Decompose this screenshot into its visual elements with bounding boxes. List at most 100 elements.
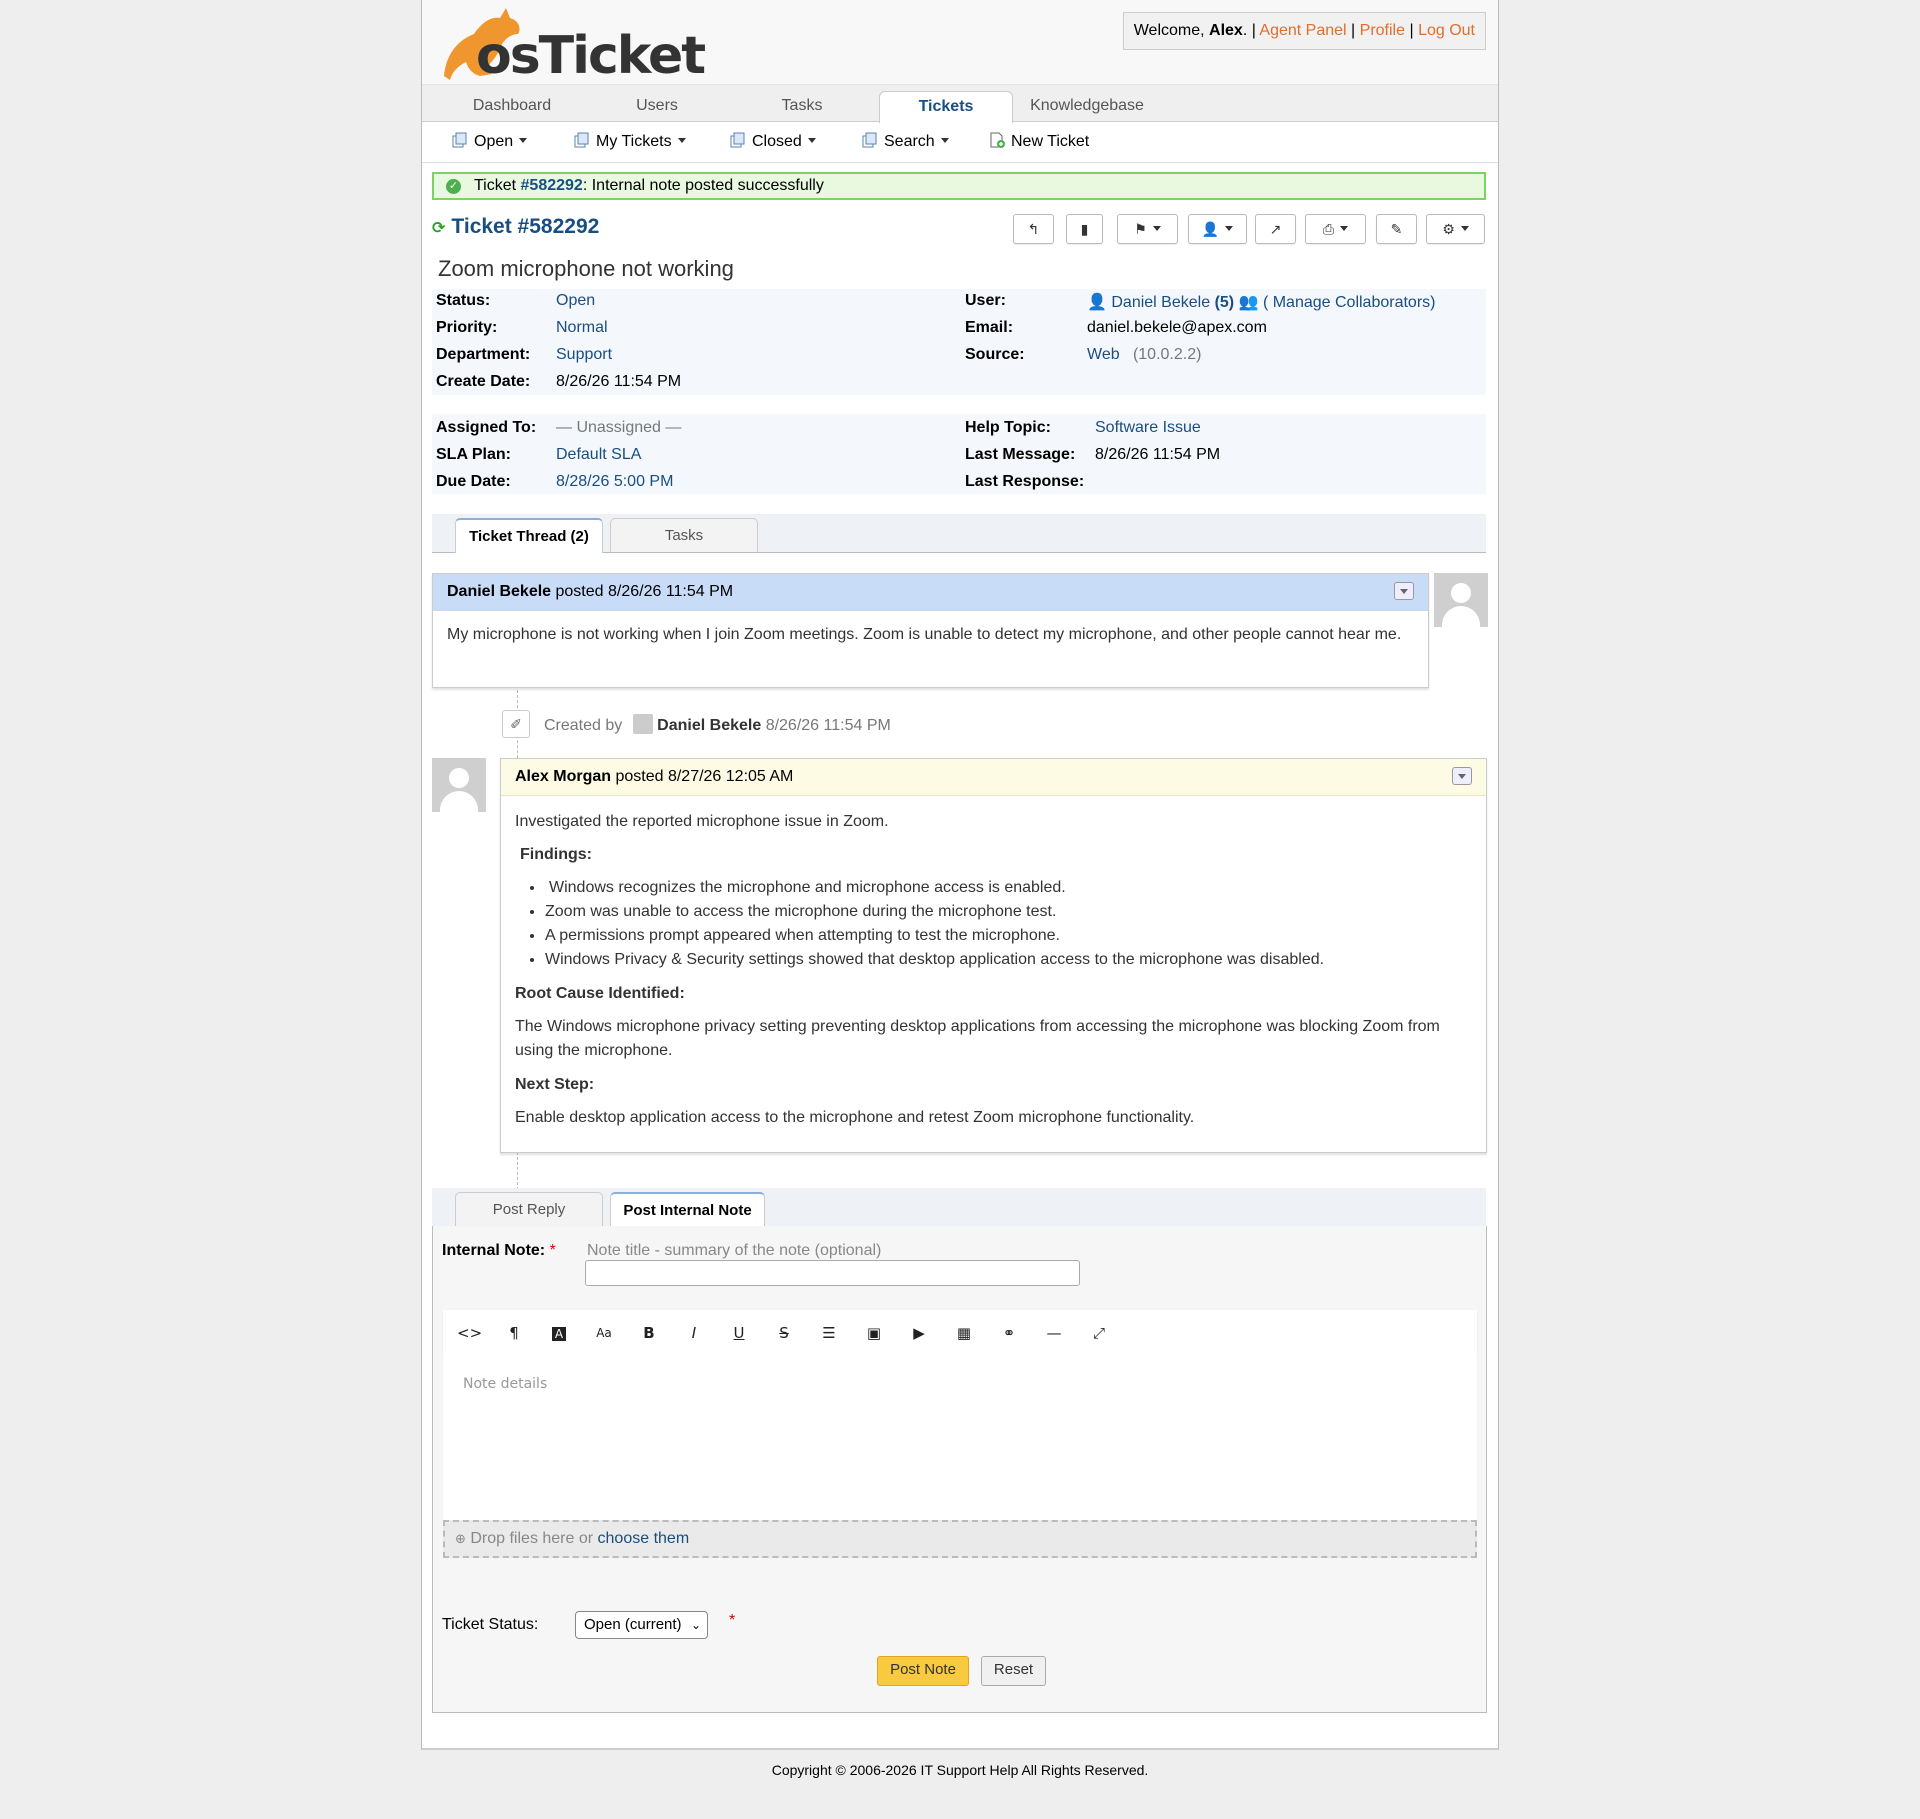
italic-icon[interactable]: I xyxy=(682,1322,706,1344)
created-by-event: Created by Daniel Bekele 8/26/26 11:54 P… xyxy=(544,714,891,735)
print-button[interactable]: ⎙ xyxy=(1305,214,1366,244)
underline-icon[interactable]: U xyxy=(727,1322,751,1344)
flag-button[interactable]: ⚑ xyxy=(1117,214,1178,244)
new-ticket-link[interactable]: New Ticket xyxy=(989,130,1089,154)
caret-down-icon xyxy=(807,138,816,143)
tab-post-reply[interactable]: Post Reply xyxy=(455,1192,603,1226)
check-circle-icon: ✓ xyxy=(446,179,461,194)
open-tickets-menu[interactable]: Open xyxy=(452,130,528,154)
status-value[interactable]: Open xyxy=(556,292,595,310)
osticket-logo[interactable]: osTicket xyxy=(432,4,706,86)
choose-files-link[interactable]: choose them xyxy=(598,1530,690,1547)
required-marker: * xyxy=(729,1612,736,1629)
user-icon: 👤 xyxy=(1087,294,1107,311)
html-code-icon[interactable]: <> xyxy=(457,1322,482,1344)
entry-author: Daniel Bekele xyxy=(447,583,552,600)
avatar-small xyxy=(632,714,653,734)
edit-button[interactable]: ✎ xyxy=(1376,214,1417,244)
fullscreen-icon[interactable]: ⤢ xyxy=(1087,1322,1111,1344)
tickets-icon xyxy=(730,132,745,148)
list-item: Windows Privacy & Security settings show… xyxy=(545,948,1472,972)
ticket-status-select[interactable]: Open (current) ⌄ xyxy=(575,1611,708,1639)
font-color-icon[interactable]: A xyxy=(547,1322,571,1344)
tab-knowledgebase[interactable]: Knowledgebase xyxy=(1017,91,1157,121)
entry-posted: posted 8/26/26 11:54 PM xyxy=(551,583,734,600)
refresh-icon[interactable]: ⟳ xyxy=(432,220,445,237)
sla-plan-label: SLA Plan: xyxy=(436,446,511,463)
create-date-value: 8/26/26 11:54 PM xyxy=(556,373,682,390)
new-ticket-label: New Ticket xyxy=(1011,133,1090,150)
assigned-to-value: — Unassigned — xyxy=(556,419,682,436)
last-response-label: Last Response: xyxy=(965,473,1085,490)
help-topic-value[interactable]: Software Issue xyxy=(1095,419,1201,437)
horizontal-rule-icon[interactable]: — xyxy=(1042,1322,1066,1344)
tab-tasks[interactable]: Tasks xyxy=(732,91,872,121)
root-cause-heading-text: Root Cause Identified: xyxy=(515,985,685,1002)
source-ip: (10.0.2.2) xyxy=(1132,346,1202,363)
profile-link[interactable]: Profile xyxy=(1360,22,1405,39)
table-icon[interactable]: ▦ xyxy=(952,1322,976,1344)
department-value[interactable]: Support xyxy=(556,346,612,364)
entry-header: Alex Morgan posted 8/27/26 12:05 AM xyxy=(501,759,1486,796)
tab-tickets[interactable]: Tickets xyxy=(879,91,1013,123)
pdf-button[interactable]: ▮ xyxy=(1066,214,1103,244)
thread-entry-user: Daniel Bekele posted 8/26/26 11:54 PM My… xyxy=(432,573,1429,688)
user-name-link[interactable]: Daniel Bekele xyxy=(1111,294,1210,311)
assign-button[interactable]: 👤 xyxy=(1188,214,1247,244)
caret-down-icon xyxy=(940,138,949,143)
logout-link[interactable]: Log Out xyxy=(1418,22,1475,39)
create-date-label: Create Date: xyxy=(436,373,531,390)
agent-panel-link[interactable]: Agent Panel xyxy=(1259,22,1346,39)
user-value[interactable]: 👤 Daniel Bekele (5) 👥 ( Manage Collabora… xyxy=(1087,292,1435,312)
paragraph-icon[interactable]: ¶ xyxy=(502,1322,526,1344)
video-icon[interactable]: ▶ xyxy=(907,1322,931,1344)
manage-collaborators-link[interactable]: ( Manage Collaborators) xyxy=(1263,294,1436,311)
note-details-editor[interactable]: Note details xyxy=(443,1356,1477,1520)
next-step-heading-text: Next Step: xyxy=(515,1076,595,1093)
caret-down-icon xyxy=(1152,226,1161,231)
tab-users[interactable]: Users xyxy=(587,91,727,121)
entry-body: Investigated the reported microphone iss… xyxy=(501,796,1486,1143)
print-icon: ⎙ xyxy=(1322,221,1335,237)
closed-tickets-menu[interactable]: Closed xyxy=(730,130,816,154)
ticket-status-label: Ticket Status: xyxy=(442,1616,539,1633)
reply-button[interactable]: ↰ xyxy=(1013,214,1054,244)
image-icon[interactable]: ▣ xyxy=(862,1322,886,1344)
tab-ticket-thread[interactable]: Ticket Thread (2) xyxy=(455,518,603,553)
tab-tasks-thread[interactable]: Tasks xyxy=(610,518,758,552)
flag-icon: ⚑ xyxy=(1134,221,1147,237)
caret-down-icon xyxy=(677,138,686,143)
note-title-input[interactable] xyxy=(585,1260,1080,1286)
ticket-title[interactable]: ⟳ Ticket #582292 xyxy=(432,215,599,239)
email-value: daniel.bekele@apex.com xyxy=(1087,319,1267,336)
post-note-button[interactable]: Post Note xyxy=(877,1656,969,1686)
link-icon[interactable]: ⚭ xyxy=(997,1322,1021,1344)
reset-button[interactable]: Reset xyxy=(981,1656,1046,1686)
source-link[interactable]: Web xyxy=(1087,346,1120,363)
welcome-prefix: Welcome, xyxy=(1133,22,1210,39)
more-actions-button[interactable]: ⚙ xyxy=(1426,214,1485,244)
search-menu[interactable]: Search xyxy=(862,130,949,154)
sla-plan-value[interactable]: Default SLA xyxy=(556,446,641,464)
font-size-icon[interactable]: Aa xyxy=(592,1322,616,1344)
list-icon[interactable]: ☰ xyxy=(817,1322,841,1344)
findings-heading: Findings: xyxy=(520,843,1472,866)
entry-options-button[interactable] xyxy=(1452,767,1472,785)
note-intro: Investigated the reported microphone iss… xyxy=(515,813,889,830)
file-dropzone[interactable]: ⊕ Drop files here or choose them xyxy=(443,1520,1477,1558)
my-tickets-menu[interactable]: My Tickets xyxy=(574,130,686,154)
priority-value[interactable]: Normal xyxy=(556,319,608,337)
entry-options-button[interactable] xyxy=(1394,582,1414,600)
bold-icon[interactable]: B xyxy=(637,1322,661,1344)
due-date-value[interactable]: 8/28/26 5:00 PM xyxy=(556,473,673,491)
collaborators-icon: 👥 xyxy=(1238,294,1259,311)
caret-down-icon xyxy=(1225,226,1234,231)
share-button[interactable]: ↗ xyxy=(1255,214,1296,244)
message-prefix: Ticket xyxy=(474,177,521,194)
tab-post-internal-note[interactable]: Post Internal Note xyxy=(610,1192,765,1227)
strikethrough-icon[interactable]: S xyxy=(772,1322,796,1344)
tab-dashboard[interactable]: Dashboard xyxy=(442,91,582,121)
list-item: A permissions prompt appeared when attem… xyxy=(545,924,1472,948)
event-author: Daniel Bekele xyxy=(657,717,762,734)
message-ticket-link[interactable]: #582292 xyxy=(521,177,583,194)
